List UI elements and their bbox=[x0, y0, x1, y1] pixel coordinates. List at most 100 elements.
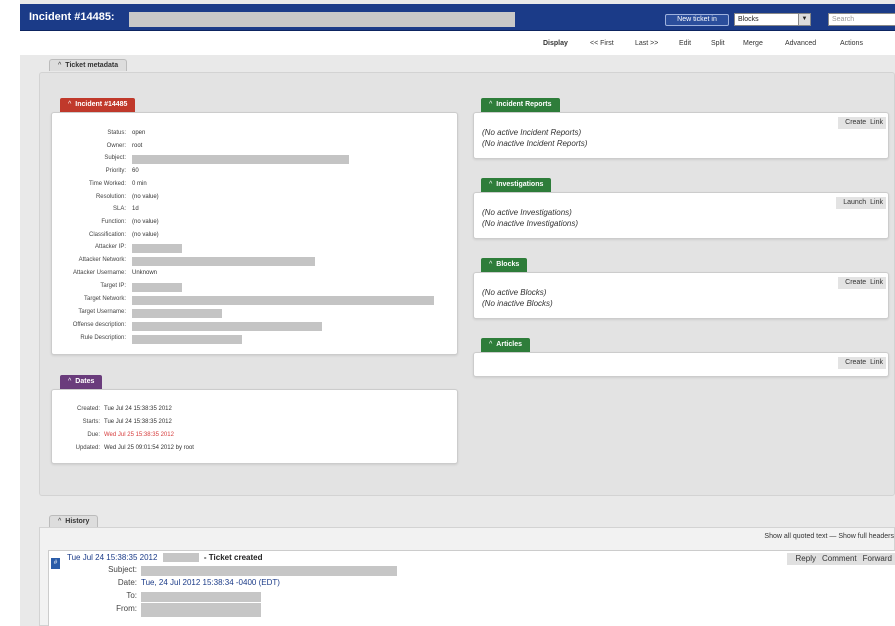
investigations-actions: Launch Link bbox=[836, 197, 886, 209]
create-link[interactable]: Create bbox=[845, 119, 866, 126]
field-target-username: Target Username: bbox=[52, 308, 452, 318]
date-updated: Updated: Wed Jul 25 09:01:54 2012 by roo… bbox=[75, 445, 194, 451]
field-attacker-network: Attacker Network: bbox=[52, 256, 452, 266]
field-target-ip: Target IP: bbox=[52, 282, 452, 292]
collapse-icon: ^ bbox=[58, 518, 62, 525]
collapse-icon: ^ bbox=[489, 341, 493, 348]
forward-link[interactable]: Forward bbox=[863, 554, 892, 563]
chevron-down-icon: ▼ bbox=[798, 14, 810, 25]
field-rule-description: Rule Description: bbox=[52, 334, 452, 344]
history-view-links[interactable]: Show all quoted text — Show full headers bbox=[764, 533, 894, 540]
blocks-actions: Create Link bbox=[838, 277, 886, 289]
message-icon: # bbox=[51, 558, 60, 569]
header-from: From: bbox=[67, 603, 667, 617]
menu-last[interactable]: Last >> bbox=[635, 40, 658, 47]
create-link[interactable]: Create bbox=[845, 359, 866, 366]
date-starts: Starts: Tue Jul 24 15:38:35 2012 bbox=[82, 419, 172, 425]
queue-select[interactable]: Blocks ▼ bbox=[734, 13, 811, 26]
field-subject: Subject: bbox=[52, 154, 452, 164]
empty-active-text: (No active Investigations) bbox=[482, 208, 572, 217]
field-time-worked: Time Worked: 0 min bbox=[88, 181, 147, 187]
empty-inactive-text: (No inactive Blocks) bbox=[482, 299, 553, 308]
collapse-icon: ^ bbox=[58, 62, 62, 69]
link-link[interactable]: Link bbox=[870, 119, 883, 126]
top-bar: Incident #14485: New ticket in Blocks ▼ … bbox=[20, 4, 895, 31]
field-attacker-username: Attacker Username: Unknown bbox=[72, 270, 158, 276]
history-entry-datetime: Tue Jul 24 15:38:35 2012 bbox=[67, 553, 158, 562]
collapse-icon: ^ bbox=[68, 101, 72, 108]
redacted-value bbox=[141, 592, 261, 602]
field-priority: Priority: 60 bbox=[105, 168, 139, 174]
header-to: To: bbox=[67, 591, 667, 603]
empty-inactive-text: (No inactive Investigations) bbox=[482, 219, 579, 228]
incident-reports-actions: Create Link bbox=[838, 117, 886, 129]
redacted-value bbox=[132, 309, 222, 318]
menu-merge[interactable]: Merge bbox=[743, 40, 763, 47]
menu-actions[interactable]: Actions bbox=[840, 40, 863, 47]
redacted-value bbox=[132, 155, 349, 164]
redacted-value bbox=[132, 322, 322, 331]
history-entry: # Tue Jul 24 15:38:35 2012 - Ticket crea… bbox=[48, 550, 895, 626]
field-target-network: Target Network: bbox=[52, 295, 452, 305]
tab-history[interactable]: ^ History bbox=[49, 515, 99, 527]
rt-app: Incident #14485: New ticket in Blocks ▼ … bbox=[20, 0, 895, 626]
comment-link[interactable]: Comment bbox=[822, 554, 857, 563]
redacted-value bbox=[132, 335, 242, 344]
link-link[interactable]: Link bbox=[870, 279, 883, 286]
blocks-title[interactable]: ^ Blocks bbox=[481, 258, 528, 272]
incident-box-title[interactable]: ^ Incident #14485 bbox=[60, 98, 136, 112]
launch-link[interactable]: Launch bbox=[843, 199, 866, 206]
collapse-icon: ^ bbox=[68, 378, 72, 385]
empty-active-text: (No active Incident Reports) bbox=[482, 128, 582, 137]
field-owner: Owner: root bbox=[106, 143, 143, 149]
incident-reports-title[interactable]: ^ Incident Reports bbox=[481, 98, 560, 112]
reply-link[interactable]: Reply bbox=[796, 554, 816, 563]
dates-box-title[interactable]: ^ Dates bbox=[60, 375, 103, 389]
header-subject: Subject: bbox=[67, 565, 667, 577]
menu-first[interactable]: << First bbox=[590, 40, 614, 47]
redacted-value bbox=[141, 566, 397, 576]
link-link[interactable]: Link bbox=[870, 359, 883, 366]
menu-advanced[interactable]: Advanced bbox=[785, 40, 816, 47]
queue-select-value: Blocks bbox=[738, 16, 759, 23]
search-input[interactable]: Search bbox=[828, 13, 895, 26]
field-classification: Classification: (no value) bbox=[88, 232, 159, 238]
history-panel: Show all quoted text — Show full headers… bbox=[39, 527, 895, 626]
blocks-box: Create Link (No active Blocks) (No inacti… bbox=[473, 272, 889, 319]
collapse-icon: ^ bbox=[489, 261, 493, 268]
redacted-value bbox=[141, 603, 261, 617]
redacted-value bbox=[132, 257, 315, 266]
incident-box: Status: open Owner: root Subject: Priori… bbox=[51, 112, 458, 355]
investigations-box: Launch Link (No active Investigations) (N… bbox=[473, 192, 889, 239]
link-link[interactable]: Link bbox=[870, 199, 883, 206]
menu-edit[interactable]: Edit bbox=[679, 40, 691, 47]
field-function: Function: (no value) bbox=[101, 219, 159, 225]
history-entry-event: - Ticket created bbox=[203, 553, 263, 562]
articles-actions: Create Link bbox=[838, 357, 886, 369]
articles-box: Create Link bbox=[473, 352, 889, 377]
dates-box: Created: Tue Jul 24 15:38:35 2012 Starts… bbox=[51, 389, 458, 464]
header-date: Date: Tue, 24 Jul 2012 15:38:34 -0400 (E… bbox=[117, 578, 280, 587]
menu-display[interactable]: Display bbox=[543, 40, 568, 47]
collapse-icon: ^ bbox=[489, 181, 493, 188]
left-margin bbox=[0, 0, 20, 626]
new-ticket-button[interactable]: New ticket in bbox=[665, 14, 729, 26]
page-title: Incident #14485: bbox=[29, 11, 115, 23]
page-menu: Display << First Last >> Edit Split Merg… bbox=[20, 31, 895, 55]
redacted-subject bbox=[129, 12, 515, 27]
redacted-actor bbox=[162, 553, 199, 563]
menu-split[interactable]: Split bbox=[711, 40, 725, 47]
empty-inactive-text: (No inactive Incident Reports) bbox=[482, 139, 588, 148]
create-link[interactable]: Create bbox=[845, 279, 866, 286]
investigations-title[interactable]: ^ Investigations bbox=[481, 178, 552, 192]
field-status: Status: open bbox=[107, 130, 146, 136]
incident-reports-box: Create Link (No active Incident Reports) … bbox=[473, 112, 889, 159]
tab-ticket-metadata[interactable]: ^ Ticket metadata bbox=[49, 59, 128, 71]
date-due: Due: Wed Jul 25 15:38:35 2012 bbox=[87, 432, 174, 438]
date-created: Created: Tue Jul 24 15:38:35 2012 bbox=[76, 406, 172, 412]
collapse-icon: ^ bbox=[489, 101, 493, 108]
history-entry-actions: Reply Comment Forward bbox=[786, 553, 895, 565]
articles-title[interactable]: ^ Articles bbox=[481, 338, 530, 352]
empty-active-text: (No active Blocks) bbox=[482, 288, 547, 297]
ticket-metadata-panel: ^ Incident #14485 Status: open Owner: roo… bbox=[39, 72, 895, 496]
